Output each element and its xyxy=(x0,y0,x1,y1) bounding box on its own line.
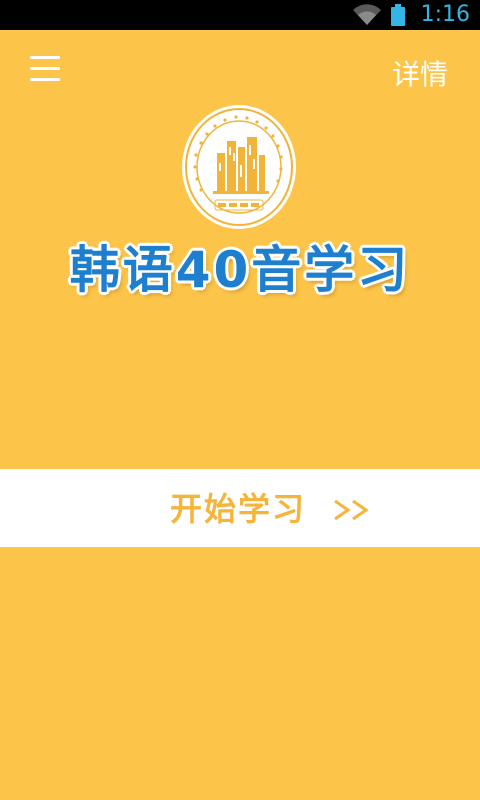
publisher-logo xyxy=(182,105,296,229)
details-button[interactable]: 详情 xyxy=(392,58,448,92)
start-learning-label: 开始学习 xyxy=(170,490,307,528)
hamburger-menu-icon[interactable] xyxy=(30,56,60,82)
wifi-icon xyxy=(353,4,381,25)
app-title: 韩语40音学习 xyxy=(69,241,411,299)
status-time: 1:16 xyxy=(420,2,470,27)
battery-icon xyxy=(391,4,405,26)
status-bar: 1:16 xyxy=(0,0,480,30)
double-chevron-right-icon xyxy=(334,499,369,521)
start-learning-button[interactable]: 开始学习 xyxy=(0,469,480,547)
